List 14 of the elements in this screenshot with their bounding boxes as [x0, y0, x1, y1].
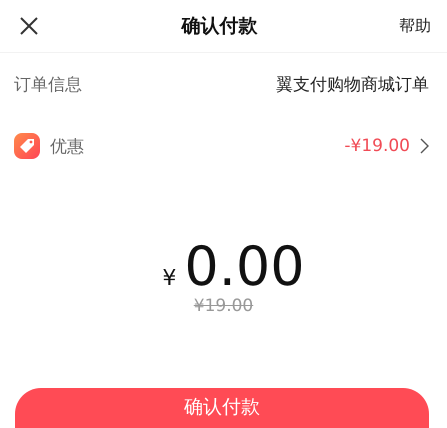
help-link[interactable]: 帮助	[399, 16, 431, 36]
discount-button[interactable]: -¥19.00	[344, 136, 429, 156]
currency-symbol: ¥	[162, 266, 176, 291]
payment-amount: 0.00	[184, 239, 305, 296]
original-price: ¥19.00	[194, 296, 254, 316]
order-info-label: 订单信息	[14, 74, 82, 96]
tag-icon	[14, 133, 40, 159]
confirm-payment-button[interactable]: 确认付款	[15, 388, 429, 428]
discount-label: 优惠	[50, 136, 84, 158]
page-title: 确认付款	[182, 14, 258, 39]
order-info-value: 翼支付购物商城订单	[276, 74, 429, 96]
close-button[interactable]	[18, 15, 40, 37]
chevron-right-icon	[420, 138, 429, 154]
close-icon	[18, 15, 40, 37]
